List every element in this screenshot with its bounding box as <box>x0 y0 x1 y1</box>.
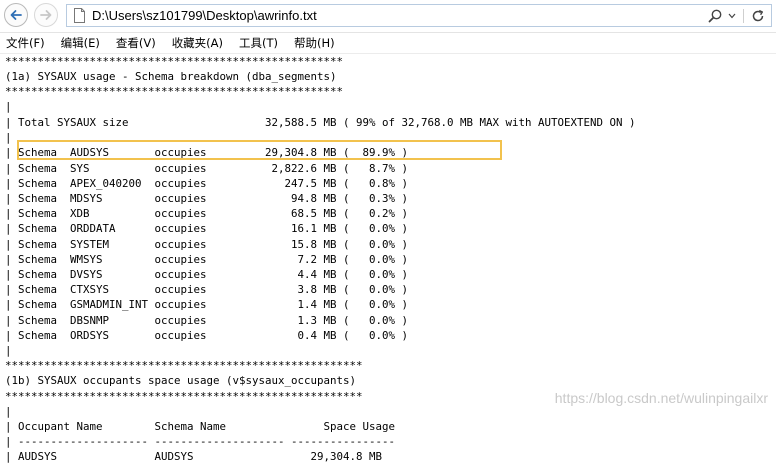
back-button[interactable] <box>4 3 28 27</box>
chevron-down-icon[interactable] <box>728 9 736 23</box>
text-line: | Schema XDB occupies 68.5 MB ( 0.2% ) <box>5 207 409 220</box>
address-bar-row: D:\Users\sz101799\Desktop\awrinfo.txt <box>0 0 776 33</box>
text-line: | Schema APEX_040200 occupies 247.5 MB (… <box>5 177 409 190</box>
text-line: | Schema ORDSYS occupies 0.4 MB ( 0.0% ) <box>5 329 409 342</box>
address-tools <box>708 7 765 25</box>
text-line: ****************************************… <box>5 359 363 372</box>
menu-edit[interactable]: 编辑(E) <box>55 34 105 52</box>
menu-tools[interactable]: 工具(T) <box>233 34 283 52</box>
text-line: | Schema DBSNMP occupies 1.3 MB ( 0.0% ) <box>5 314 409 327</box>
url-text: D:\Users\sz101799\Desktop\awrinfo.txt <box>92 8 317 23</box>
text-line: | Schema GSMADMIN_INT occupies 1.4 MB ( … <box>5 298 409 311</box>
text-line: ****************************************… <box>5 55 344 68</box>
refresh-icon[interactable] <box>751 9 765 23</box>
text-line: | Total SYSAUX size 32,588.5 MB ( 99% of… <box>5 116 636 129</box>
menu-bar: 文件(F) 编辑(E) 查看(V) 收藏夹(A) 工具(T) 帮助(H) <box>0 33 776 54</box>
arrow-right-icon <box>40 10 52 20</box>
document-icon <box>74 8 85 23</box>
menu-file[interactable]: 文件(F) <box>0 34 50 52</box>
text-line: | Schema CTXSYS occupies 3.8 MB ( 0.0% ) <box>5 283 409 296</box>
text-line: ****************************************… <box>5 390 363 403</box>
text-line: (1b) SYSAUX occupants space usage (v$sys… <box>5 374 357 387</box>
highlight-box <box>17 140 502 160</box>
text-line: ****************************************… <box>5 85 344 98</box>
text-line: | Schema SYS occupies 2,822.6 MB ( 8.7% … <box>5 162 409 175</box>
text-line: | Schema DVSYS occupies 4.4 MB ( 0.0% ) <box>5 268 409 281</box>
text-line: | <box>5 100 12 113</box>
address-input[interactable]: D:\Users\sz101799\Desktop\awrinfo.txt <box>66 4 772 27</box>
text-line: | <box>5 405 12 418</box>
text-line: | <box>5 131 12 144</box>
text-line: | <box>5 344 12 357</box>
search-icon[interactable] <box>708 9 722 23</box>
menu-favorites[interactable]: 收藏夹(A) <box>166 34 228 52</box>
menu-view[interactable]: 查看(V) <box>110 34 161 52</box>
text-line: | Occupant Name Schema Name Space Usage <box>5 420 396 433</box>
text-line: | -------------------- -----------------… <box>5 435 396 448</box>
text-line: | Schema MDSYS occupies 94.8 MB ( 0.3% ) <box>5 192 409 205</box>
text-line: | Schema SYSTEM occupies 15.8 MB ( 0.0% … <box>5 238 409 251</box>
watermark: https://blog.csdn.net/wulinpingailxr <box>554 390 768 406</box>
text-line: | Schema ORDDATA occupies 16.1 MB ( 0.0%… <box>5 222 409 235</box>
menu-help[interactable]: 帮助(H) <box>288 34 340 52</box>
text-line: | Schema WMSYS occupies 7.2 MB ( 0.0% ) <box>5 253 409 266</box>
divider <box>743 9 744 23</box>
text-line: | AUDSYS AUDSYS 29,304.8 MB <box>5 450 383 463</box>
forward-button[interactable] <box>34 3 58 27</box>
text-line: (1a) SYSAUX usage - Schema breakdown (db… <box>5 70 337 83</box>
arrow-left-icon <box>10 10 22 20</box>
